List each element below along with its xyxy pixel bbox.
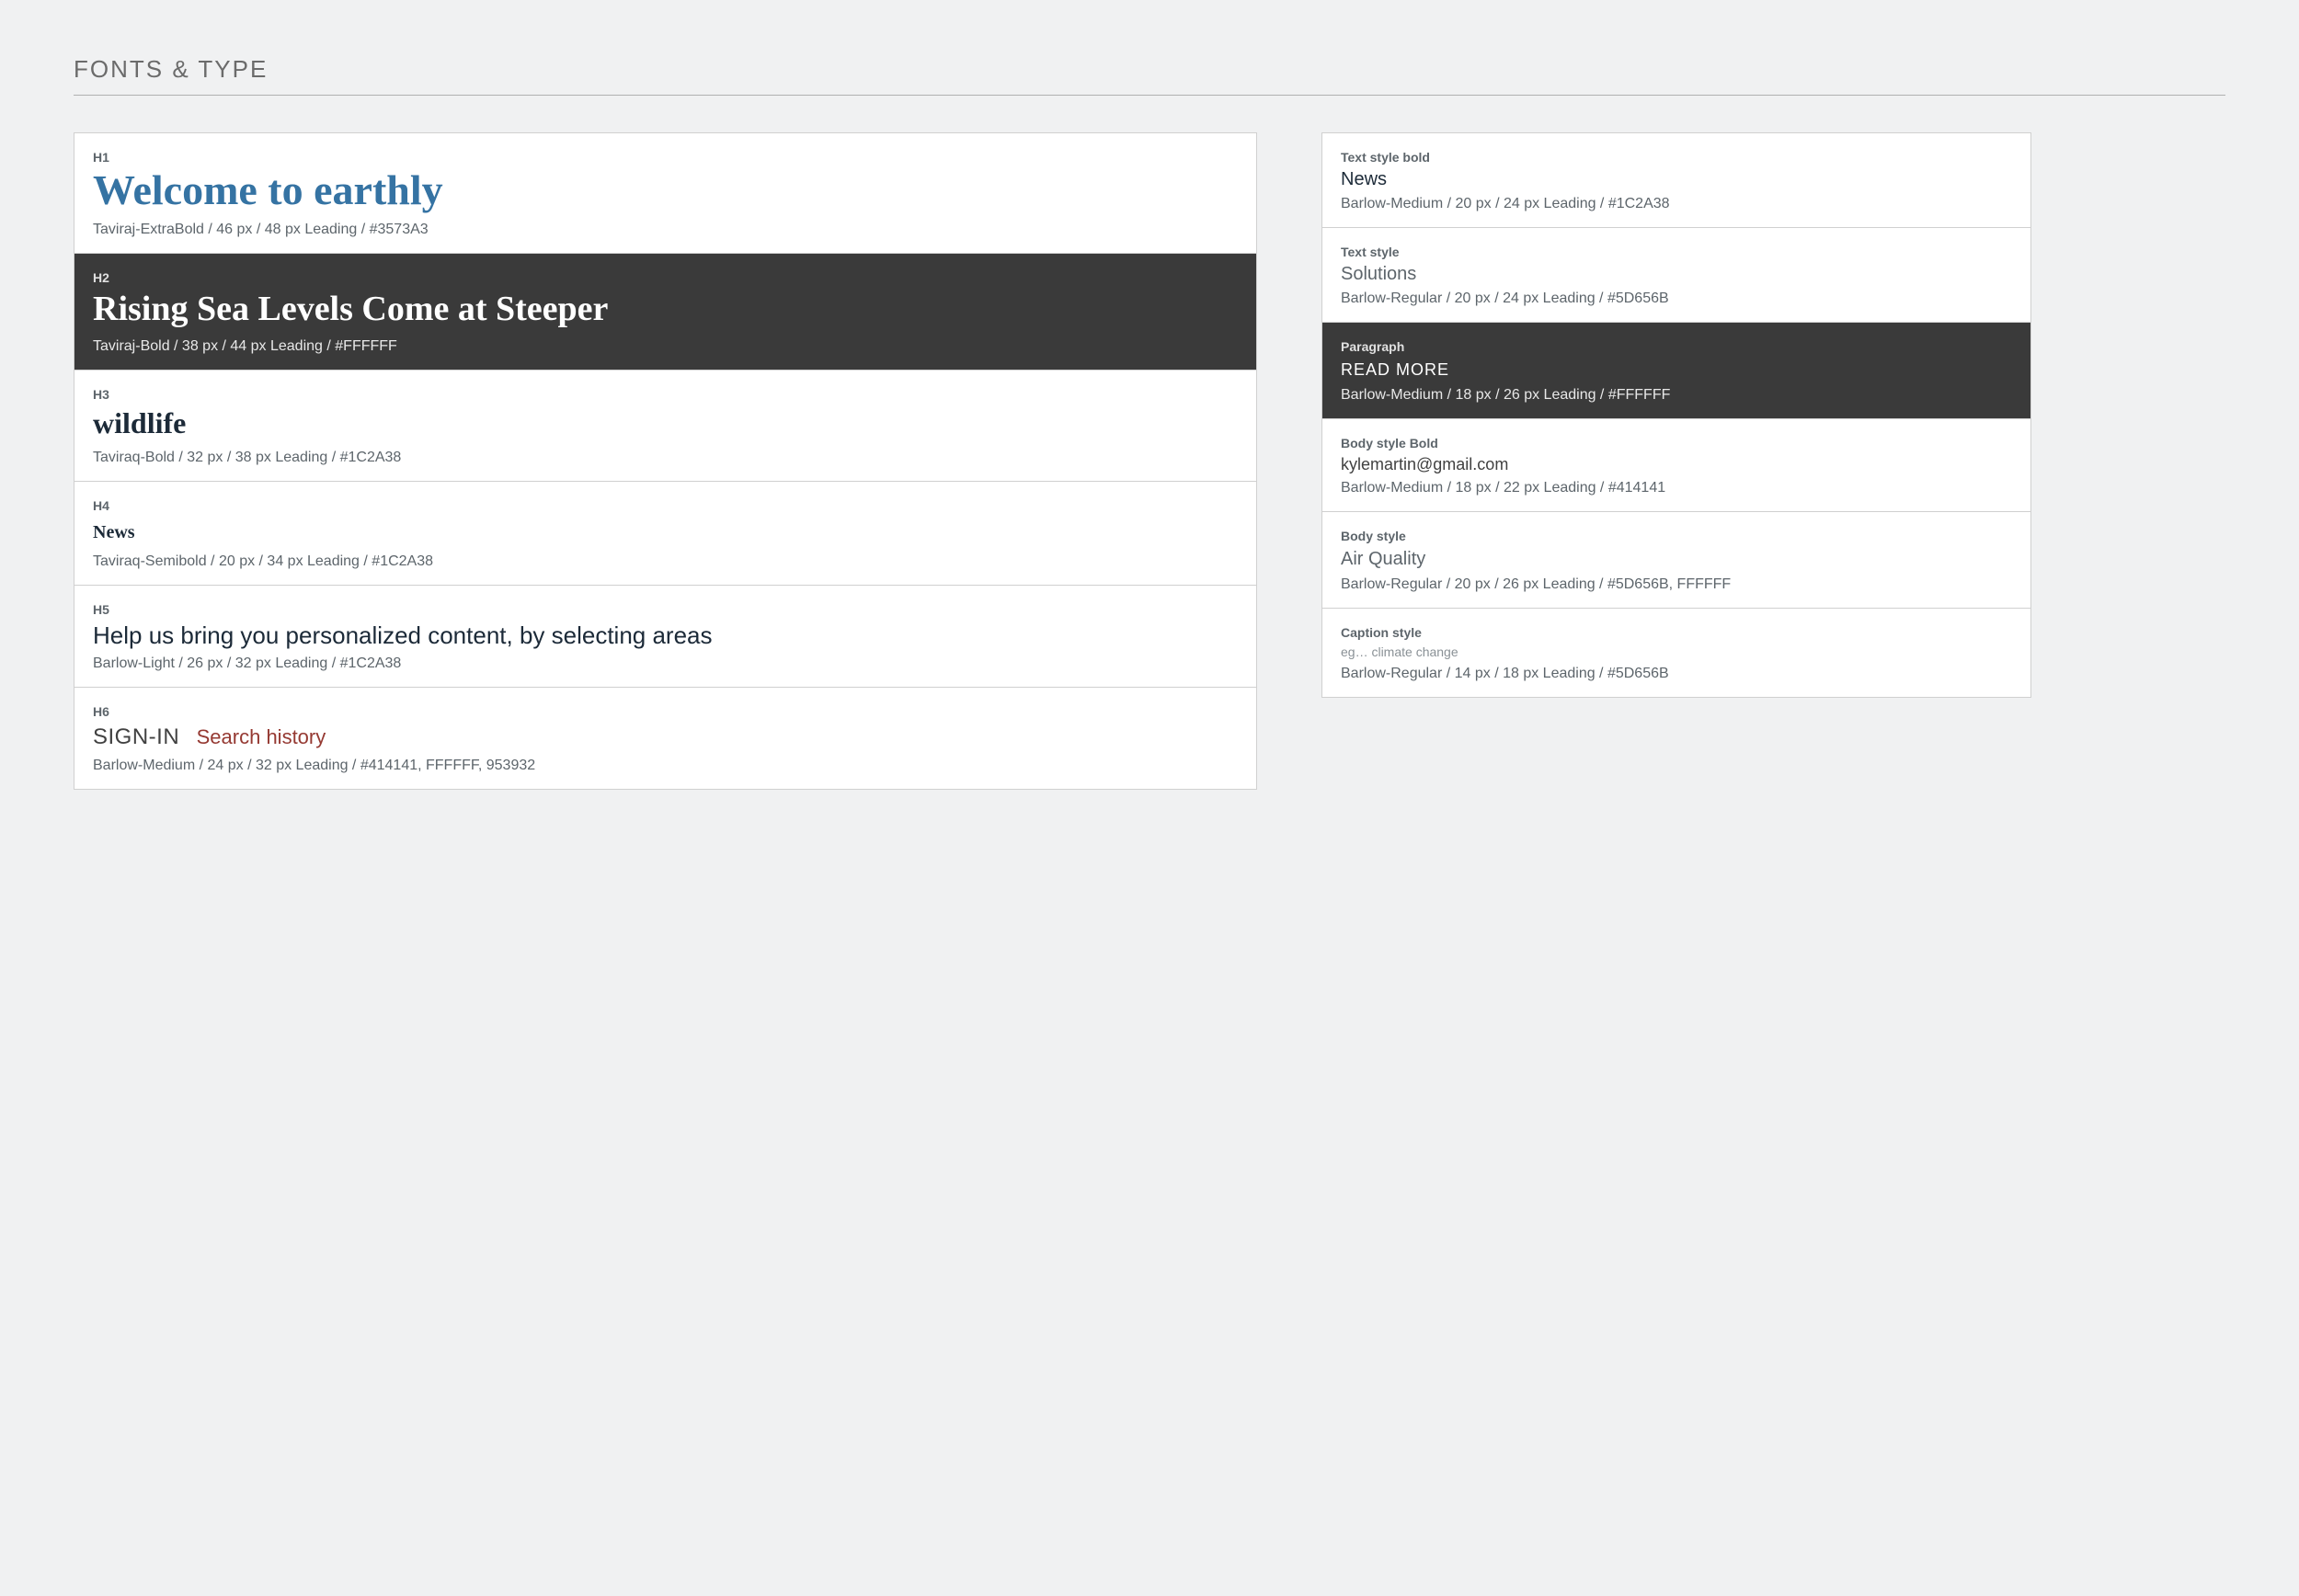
h5-label: H5: [93, 602, 1238, 617]
h1-meta: Taviraj-ExtraBold / 46 px / 48 px Leadin…: [93, 222, 1238, 238]
h4-label: H4: [93, 498, 1238, 513]
h1-block: H1 Welcome to earthly Taviraj-ExtraBold …: [74, 133, 1256, 254]
h3-sample: wildlife: [93, 405, 1238, 440]
bodybold-block: Body style Bold kylemartin@gmail.com Bar…: [1322, 419, 2030, 512]
paragraph-label: Paragraph: [1341, 339, 2012, 354]
body-block: Body style Air Quality Barlow-Regular / …: [1322, 512, 2030, 609]
bodybold-label: Body style Bold: [1341, 436, 2012, 450]
body-sample: Air Quality: [1341, 547, 2012, 571]
paragraph-meta: Barlow-Medium / 18 px / 26 px Leading / …: [1341, 387, 2012, 404]
caption-meta: Barlow-Regular / 14 px / 18 px Leading /…: [1341, 666, 2012, 682]
h6-sample-a: SIGN-IN: [93, 724, 179, 749]
h4-block: H4 News Taviraq-Semibold / 20 px / 34 px…: [74, 482, 1256, 586]
h2-label: H2: [93, 270, 1238, 285]
text-label: Text style: [1341, 245, 2012, 259]
textbold-label: Text style bold: [1341, 150, 2012, 165]
text-styles-card: Text style bold News Barlow-Medium / 20 …: [1321, 132, 2031, 698]
h1-sample: Welcome to earthly: [93, 168, 1238, 212]
h3-block: H3 wildlife Taviraq-Bold / 32 px / 38 px…: [74, 370, 1256, 482]
h2-block: H2 Rising Sea Levels Come at Steeper Tav…: [74, 254, 1256, 370]
body-meta: Barlow-Regular / 20 px / 26 px Leading /…: [1341, 576, 2012, 593]
text-sample: Solutions: [1341, 263, 2012, 285]
h3-label: H3: [93, 387, 1238, 402]
h2-sample: Rising Sea Levels Come at Steeper: [93, 289, 1238, 329]
textbold-meta: Barlow-Medium / 20 px / 24 px Leading / …: [1341, 196, 2012, 212]
caption-sample: eg… climate change: [1341, 644, 2012, 660]
h6-sample-b: Search history: [197, 725, 326, 748]
headings-card: H1 Welcome to earthly Taviraj-ExtraBold …: [74, 132, 1257, 790]
h4-meta: Taviraq-Semibold / 20 px / 34 px Leading…: [93, 553, 1238, 570]
bodybold-sample: kylemartin@gmail.com: [1341, 454, 2012, 474]
h3-meta: Taviraq-Bold / 32 px / 38 px Leading / #…: [93, 450, 1238, 466]
textbold-sample: News: [1341, 168, 2012, 190]
bodybold-meta: Barlow-Medium / 18 px / 22 px Leading / …: [1341, 480, 2012, 496]
h1-label: H1: [93, 150, 1238, 165]
page-title: FONTS & TYPE: [74, 55, 2225, 96]
h6-block: H6 SIGN-IN Search history Barlow-Medium …: [74, 688, 1256, 789]
text-block: Text style Solutions Barlow-Regular / 20…: [1322, 228, 2030, 323]
h6-label: H6: [93, 704, 1238, 719]
h2-meta: Taviraj-Bold / 38 px / 44 px Leading / #…: [93, 338, 1238, 355]
body-label: Body style: [1341, 529, 2012, 543]
h6-meta: Barlow-Medium / 24 px / 32 px Leading / …: [93, 758, 1238, 774]
caption-block: Caption style eg… climate change Barlow-…: [1322, 609, 2030, 697]
textbold-block: Text style bold News Barlow-Medium / 20 …: [1322, 133, 2030, 228]
h4-sample: News: [93, 517, 1238, 548]
h5-meta: Barlow-Light / 26 px / 32 px Leading / #…: [93, 656, 1238, 672]
h5-block: H5 Help us bring you personalized conten…: [74, 586, 1256, 688]
caption-label: Caption style: [1341, 625, 2012, 640]
h5-sample: Help us bring you personalized content, …: [93, 621, 1238, 650]
columns: H1 Welcome to earthly Taviraj-ExtraBold …: [74, 132, 2225, 790]
paragraph-block: Paragraph READ MORE Barlow-Medium / 18 p…: [1322, 323, 2030, 419]
h6-sample: SIGN-IN Search history: [93, 723, 1238, 752]
paragraph-sample: READ MORE: [1341, 358, 2012, 382]
text-meta: Barlow-Regular / 20 px / 24 px Leading /…: [1341, 291, 2012, 307]
